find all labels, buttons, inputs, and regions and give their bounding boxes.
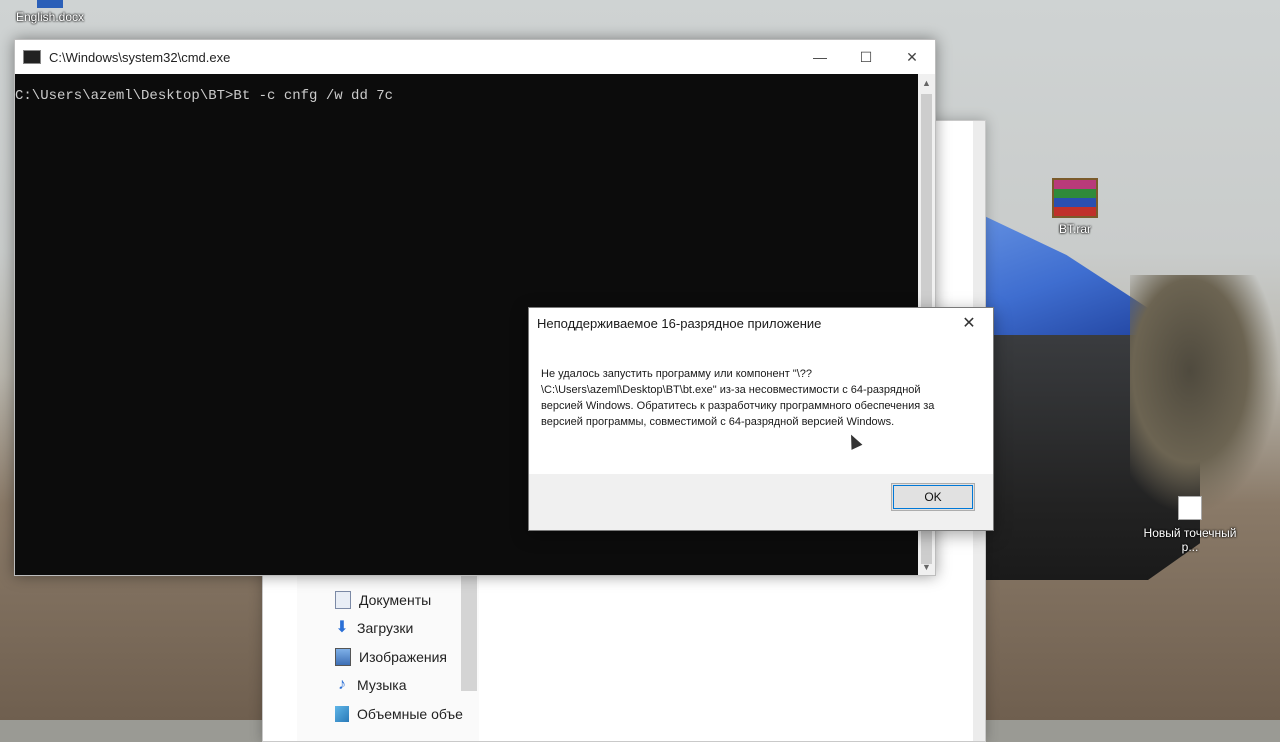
nav-item-documents[interactable]: Документы: [335, 591, 431, 609]
window-controls: — ☐ ✕: [797, 40, 935, 74]
desktop-icon-label: Новый точечный р...: [1143, 526, 1237, 554]
nav-item-label: Изображения: [359, 649, 447, 665]
documents-icon: [335, 591, 351, 609]
ok-button[interactable]: OK: [891, 483, 975, 511]
desktop-icon-new-bitmap[interactable]: Новый точечный р...: [1140, 496, 1240, 554]
music-icon: ♪: [338, 676, 346, 693]
console-icon: [23, 50, 41, 64]
bitmap-file-icon: [1178, 496, 1202, 520]
downloads-icon: ⬇: [335, 619, 349, 636]
dialog-titlebar[interactable]: Неподдерживаемое 16-разрядное приложение…: [529, 308, 993, 338]
nav-item-pictures[interactable]: Изображения: [335, 648, 447, 666]
close-button[interactable]: ✕: [889, 40, 935, 74]
nav-item-downloads[interactable]: ⬇ Загрузки: [335, 619, 414, 637]
dialog-close-icon[interactable]: ✕: [959, 313, 979, 333]
desktop-icon-english-docx[interactable]: English.docx: [10, 0, 90, 24]
dialog-footer: OK: [529, 474, 993, 530]
maximize-button[interactable]: ☐: [843, 40, 889, 74]
minimize-button[interactable]: —: [797, 40, 843, 74]
wallpaper-shrubs: [1130, 275, 1280, 515]
desktop-icon-bt-rar[interactable]: BT.rar: [1040, 178, 1110, 236]
error-dialog: Неподдерживаемое 16-разрядное приложение…: [528, 307, 994, 531]
desktop-icon-label: English.docx: [15, 10, 85, 24]
dialog-message: Не удалось запустить программу или компо…: [541, 368, 935, 428]
nav-item-label: Документы: [359, 592, 432, 608]
desktop-icon-label: BT.rar: [1058, 222, 1091, 236]
scroll-up-arrow-icon[interactable]: ▲: [918, 74, 935, 91]
prompt-line: C:\Users\azeml\Desktop\BT>Bt -c cnfg /w …: [15, 88, 394, 104]
pictures-icon: [335, 648, 351, 666]
cmd-titlebar[interactable]: C:\Windows\system32\cmd.exe — ☐ ✕: [15, 40, 935, 74]
dialog-title: Неподдерживаемое 16-разрядное приложение: [537, 315, 822, 331]
cmd-title: C:\Windows\system32\cmd.exe: [49, 49, 231, 65]
nav-item-music[interactable]: ♪ Музыка: [335, 676, 407, 694]
winrar-archive-icon: [1052, 178, 1098, 218]
nav-item-label: Загрузки: [357, 620, 414, 636]
nav-item-label: Музыка: [357, 677, 407, 693]
word-document-icon: [37, 0, 63, 8]
scroll-down-arrow-icon[interactable]: ▼: [918, 558, 935, 575]
